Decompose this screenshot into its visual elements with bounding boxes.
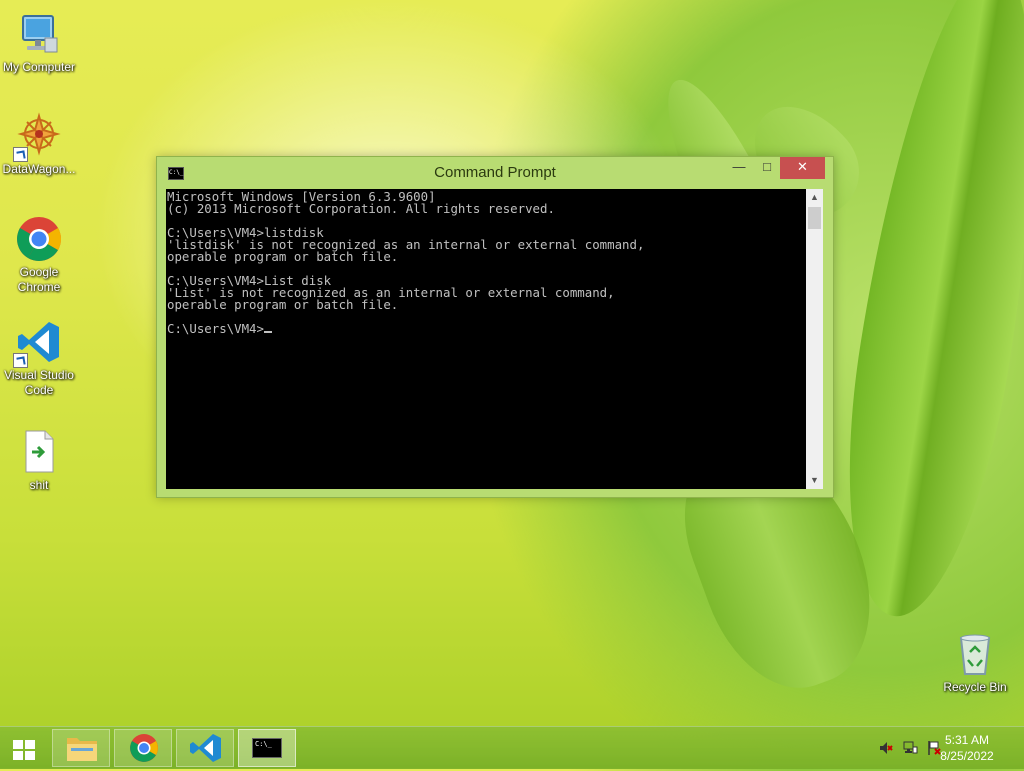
desktop-icon-label: DataWagon... [2, 162, 76, 176]
desktop-icon-label: shit [29, 478, 49, 492]
recycle-bin-icon [951, 630, 999, 678]
scroll-up-button[interactable]: ▲ [806, 189, 823, 206]
cmd-icon: C:\_ [252, 738, 282, 758]
taskbar-clock[interactable]: 5:31 AM 8/25/2022 [932, 732, 1002, 764]
desktop-icon-shit-file[interactable]: shit [0, 428, 79, 493]
network-icon[interactable] [902, 740, 918, 756]
desktop-icon-visual-studio-code[interactable]: Visual Studio Code [0, 318, 79, 398]
taskbar-file-explorer-button[interactable] [52, 729, 110, 767]
scroll-thumb[interactable] [808, 207, 821, 229]
vscode-icon [13, 318, 63, 368]
speaker-muted-icon[interactable] [878, 740, 894, 756]
desktop-icon-label: My Computer [2, 60, 76, 74]
text-cursor [263, 331, 272, 333]
command-prompt-window[interactable]: C:\_ Command Prompt — □ ✕ Microsoft Wind… [156, 156, 834, 498]
shortcut-arrow-icon [13, 147, 28, 162]
taskbar-command-prompt-button[interactable]: C:\_ [238, 729, 296, 767]
desktop-icon-recycle-bin[interactable]: Recycle Bin [935, 630, 1015, 695]
folder-icon [67, 738, 97, 761]
taskbar-chrome-button[interactable] [114, 729, 172, 767]
desktop-icon-label: Visual Studio Code [4, 368, 74, 397]
system-tray: 5:31 AM 8/25/2022 [864, 727, 1024, 769]
vscode-icon [190, 734, 221, 762]
datawagon-icon [13, 112, 63, 162]
close-button[interactable]: ✕ [780, 157, 825, 179]
taskbar: C:\_ 5:31 AM 8/25/2022 [0, 726, 1024, 769]
console-text: Microsoft Windows [Version 6.3.9600] (c)… [167, 189, 645, 336]
windows-logo-icon [13, 740, 35, 760]
desktop-icon-google-chrome[interactable]: Google Chrome [0, 215, 79, 295]
desktop-icon-label: Google Chrome [17, 265, 61, 294]
cmd-icon-text: C:\_ [255, 740, 272, 748]
window-titlebar[interactable]: C:\_ Command Prompt — □ ✕ [157, 157, 833, 189]
computer-icon [15, 10, 63, 58]
chrome-icon [15, 215, 63, 263]
clock-time: 5:31 AM [944, 733, 990, 747]
console-output[interactable]: Microsoft Windows [Version 6.3.9600] (c)… [166, 189, 806, 489]
scroll-down-button[interactable]: ▼ [806, 472, 823, 489]
desktop-icon-datawagon[interactable]: DataWagon... [0, 112, 79, 177]
chrome-icon [130, 734, 158, 762]
maximize-button[interactable]: □ [754, 157, 780, 179]
desktop-icon-label: Recycle Bin [943, 680, 1007, 694]
minimize-button[interactable]: — [726, 157, 752, 179]
file-icon [15, 428, 63, 476]
start-button[interactable] [0, 729, 48, 767]
taskbar-vscode-button[interactable] [176, 729, 234, 767]
vertical-scrollbar[interactable]: ▲ ▼ [806, 189, 823, 489]
clock-date: 8/25/2022 [940, 749, 994, 763]
shortcut-arrow-icon [13, 353, 28, 368]
desktop-icon-my-computer[interactable]: My Computer [0, 10, 79, 75]
